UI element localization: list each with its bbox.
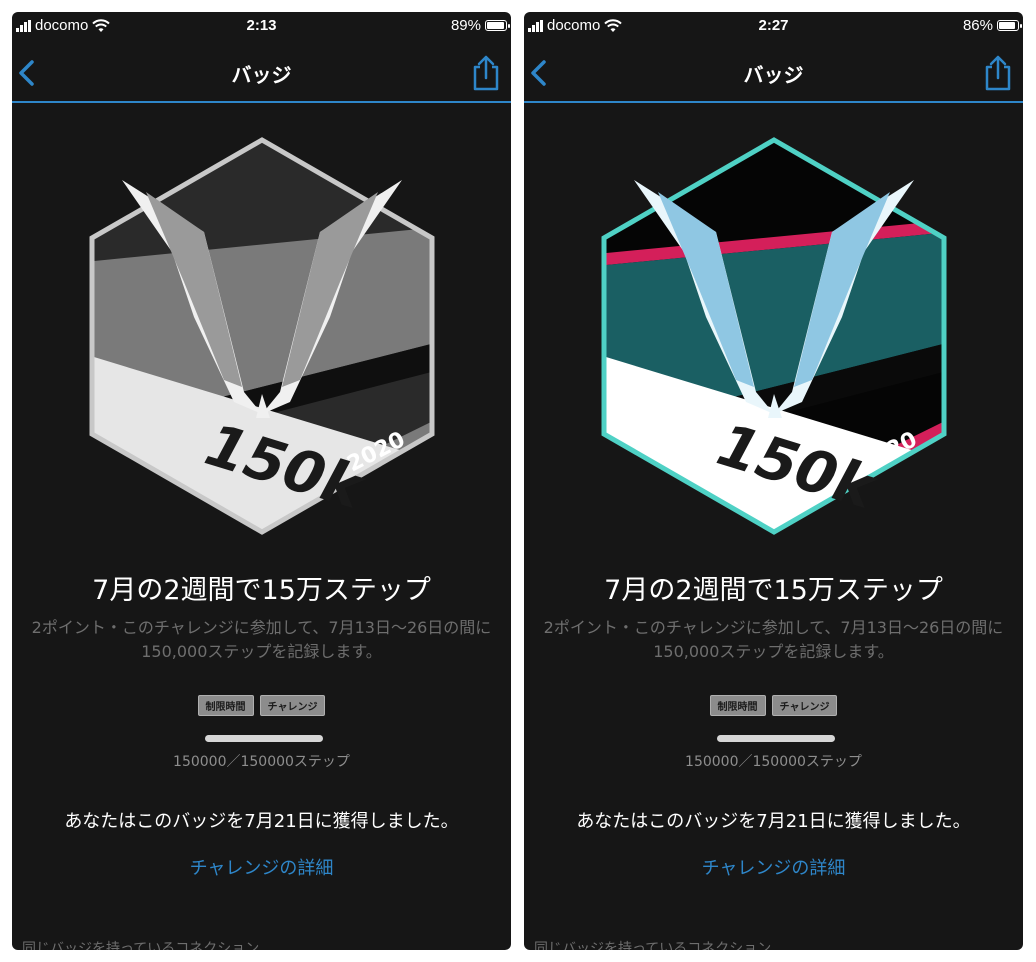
clock: 2:13 (246, 17, 277, 34)
share-icon[interactable] (469, 54, 503, 92)
challenge-details-link[interactable]: チャレンジの詳細 (524, 854, 1023, 880)
tag-time-limited: 制限時間 (709, 695, 766, 716)
progress-bar (205, 735, 323, 742)
challenge-details-link[interactable]: チャレンジの詳細 (12, 854, 511, 880)
tag-challenge: チャレンジ (259, 695, 326, 716)
connections-heading: 同じバッジを持っているコネクション (22, 941, 260, 950)
progress-text: 150000／150000ステップ (685, 754, 862, 770)
earned-message: あなたはこのバッジを7月21日に獲得しました。 (64, 811, 459, 832)
battery-indicator: 86% (962, 17, 1022, 34)
badge-description: 2ポイント・このチャレンジに参加して、7月13日〜26日の間に150,000ステ… (31, 618, 492, 661)
tag-list: 制限時間 チャレンジ (524, 695, 1023, 716)
badge-image: 150k 2020 (596, 132, 951, 542)
battery-icon (485, 20, 510, 31)
progress-bar (717, 735, 835, 742)
battery-indicator: 89% (450, 17, 510, 34)
page-title: バッジ (743, 63, 804, 87)
status-bar: docomo 2:13 89% (12, 12, 511, 46)
badge-title: 7月の2週間で15万ステップ (92, 575, 431, 606)
clock: 2:27 (758, 17, 789, 34)
battery-icon (997, 20, 1022, 31)
page-title: バッジ (231, 63, 292, 87)
badge-description: 2ポイント・このチャレンジに参加して、7月13日〜26日の間に150,000ステ… (543, 618, 1004, 661)
tag-challenge: チャレンジ (771, 695, 838, 716)
navigation-bar: バッジ (12, 46, 511, 103)
earned-message: あなたはこのバッジを7月21日に獲得しました。 (576, 811, 971, 832)
badge-title: 7月の2週間で15万ステップ (604, 575, 943, 606)
badge-emblem: 150k 2020 (601, 137, 947, 535)
badge-emblem: 150k 2020 (89, 137, 435, 535)
battery-percent: 89% (450, 17, 481, 34)
tag-list: 制限時間 チャレンジ (12, 695, 511, 716)
connections-heading: 同じバッジを持っているコネクション (534, 941, 772, 950)
battery-percent: 86% (962, 17, 993, 34)
status-bar: docomo 2:27 86% (524, 12, 1023, 46)
progress-bar-fill (717, 735, 835, 742)
progress-text: 150000／150000ステップ (173, 754, 350, 770)
badge-image: 150k 2020 (84, 132, 439, 542)
navigation-bar: バッジ (524, 46, 1023, 103)
phone-screen-left: docomo 2:13 89% バッジ 150k 2020 7月の2週間で15万… (12, 12, 511, 950)
share-icon[interactable] (981, 54, 1015, 92)
phone-screen-right: docomo 2:27 86% バッジ 150k 2020 7月の2週間で15万… (524, 12, 1023, 950)
tag-time-limited: 制限時間 (197, 695, 254, 716)
progress-bar-fill (205, 735, 323, 742)
